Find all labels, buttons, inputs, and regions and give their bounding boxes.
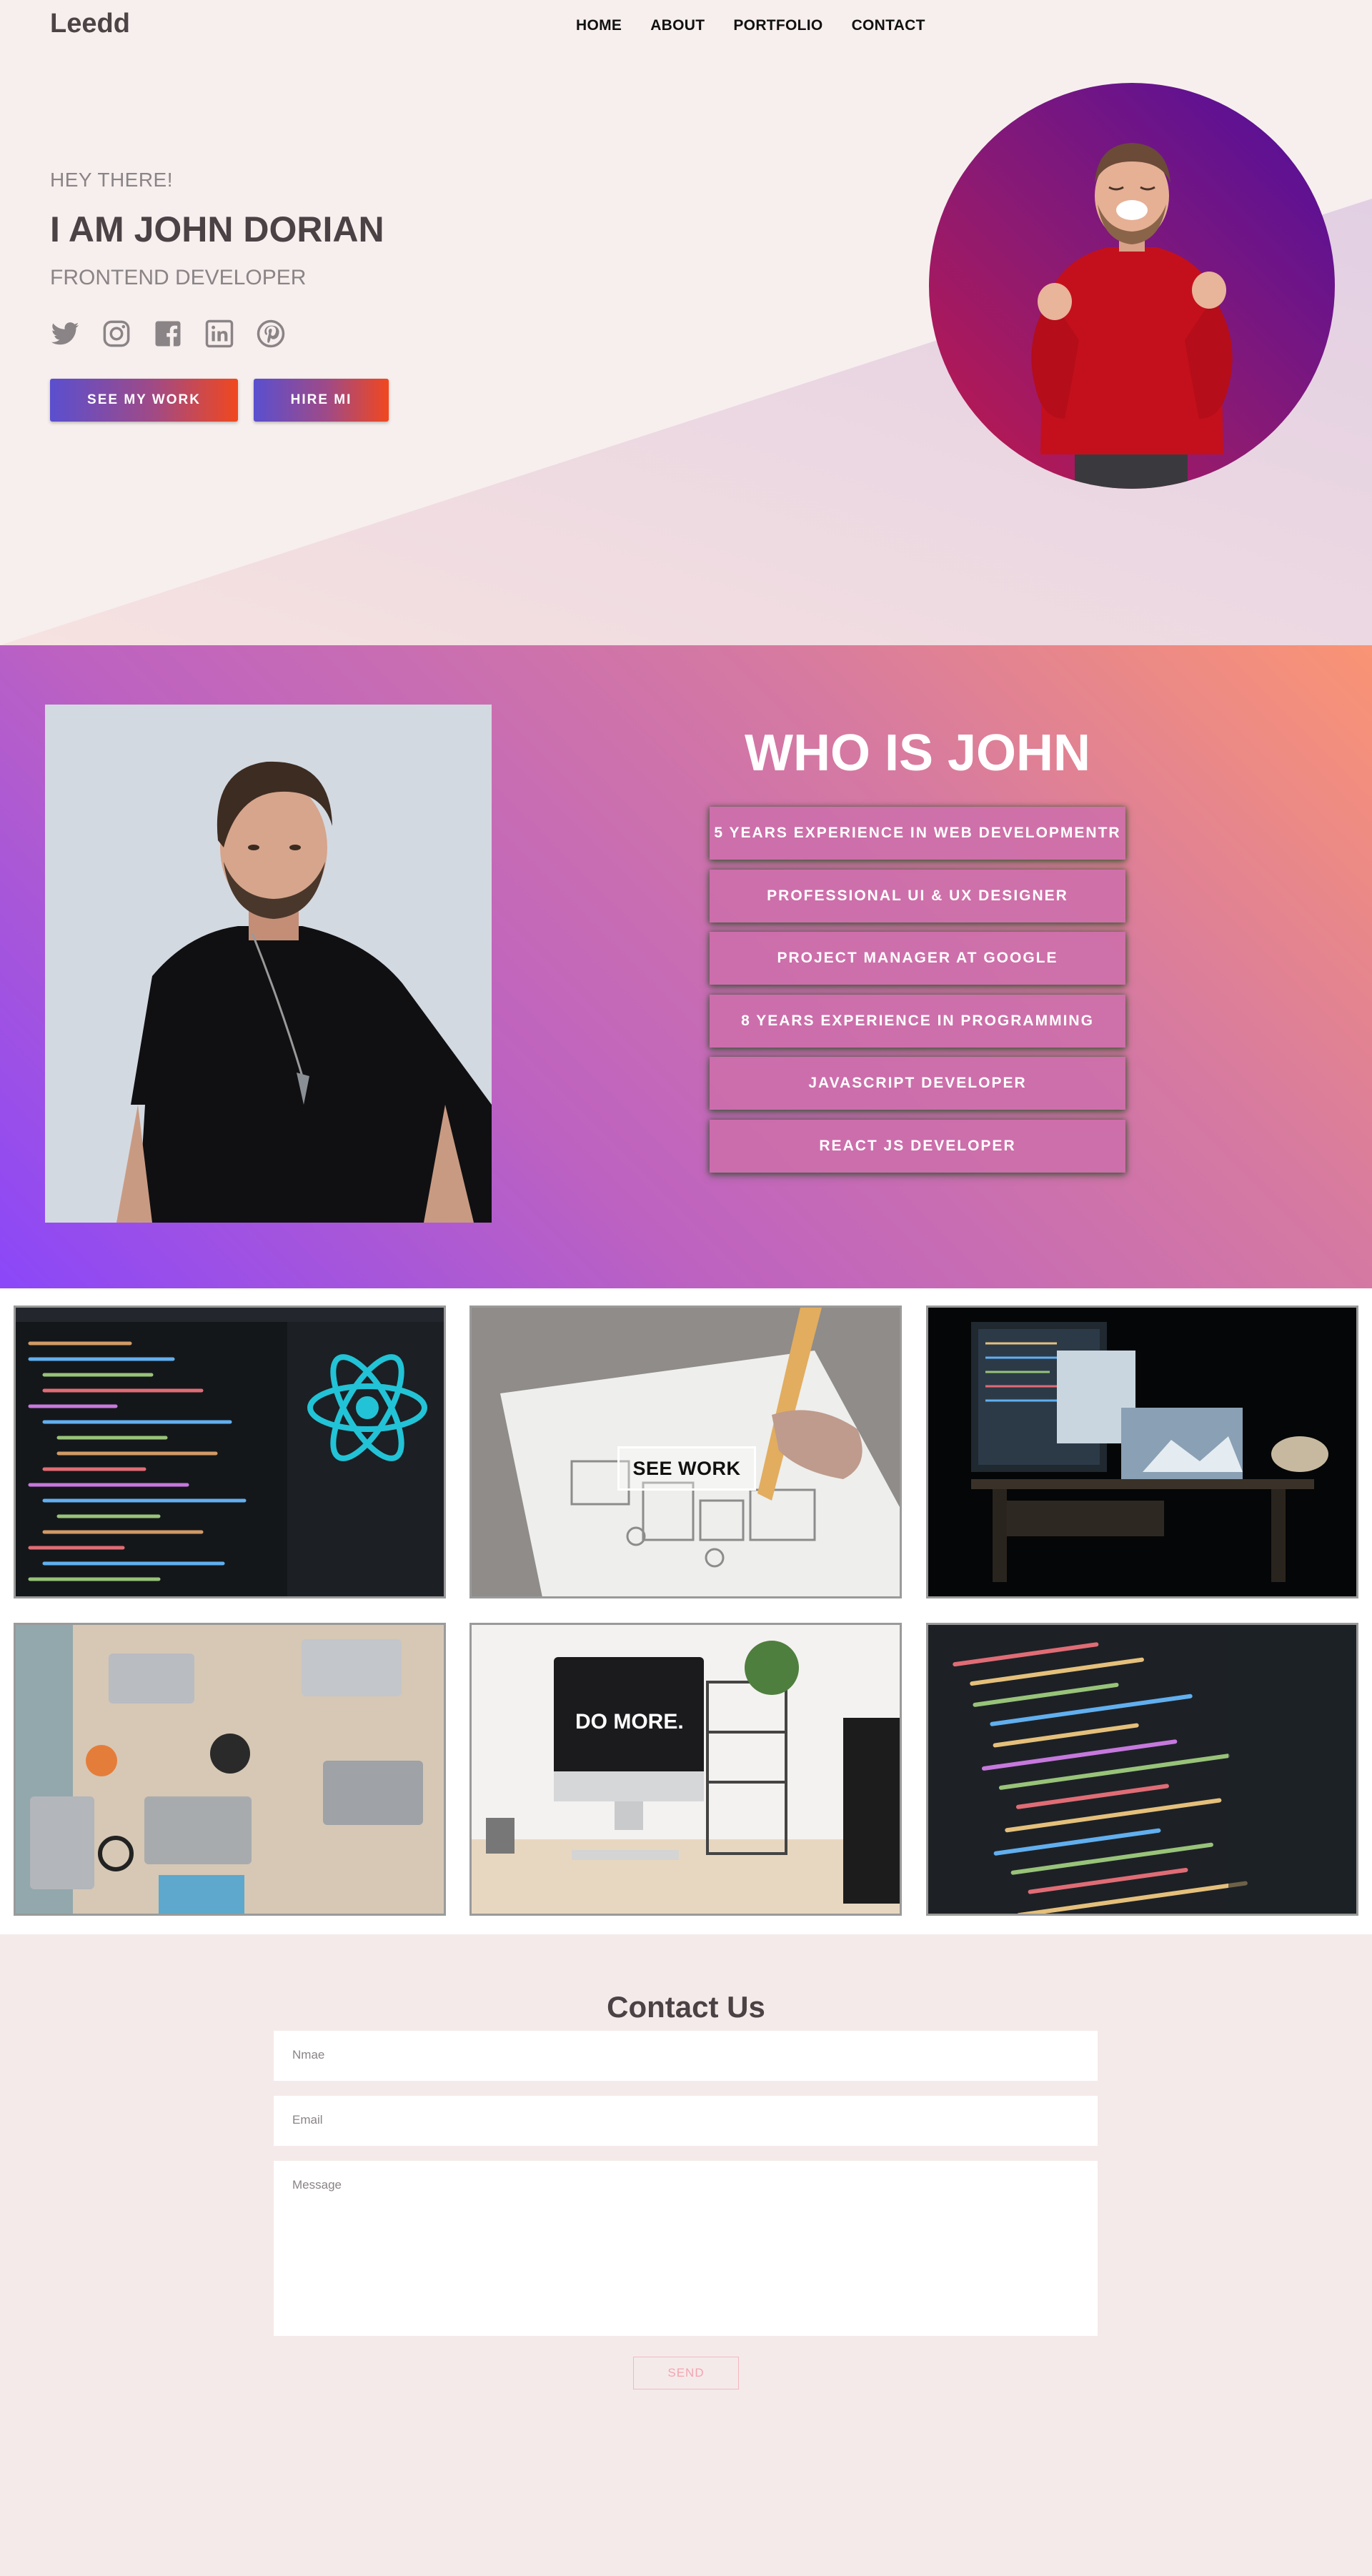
man-in-black-tshirt-illustration <box>45 705 492 1223</box>
portfolio-item-wireframe-sketch[interactable]: SEE WORK <box>469 1306 902 1598</box>
about-title: WHO IS JOHN <box>744 725 1091 782</box>
nav-about-link[interactable]: ABOUT <box>650 17 705 34</box>
pinterest-icon[interactable] <box>256 319 286 349</box>
hero-portrait <box>929 83 1335 489</box>
contact-title: Contact Us <box>607 1990 765 2024</box>
portfolio-section: SEE WORK DO MORE. <box>0 1288 1372 1934</box>
message-placeholder: Message <box>292 2178 342 2192</box>
message-field[interactable]: Message <box>274 2161 1098 2336</box>
email-field[interactable]: Email <box>274 2096 1098 2146</box>
skill-item: PROFESSIONAL UI & UX DESIGNER <box>710 869 1125 923</box>
hero-buttons: SEE MY WORK HIRE MI <box>50 379 389 422</box>
send-button[interactable]: SEND <box>633 2357 739 2389</box>
about-portrait-photo <box>45 705 492 1223</box>
skill-item: 8 YEARS EXPERIENCE IN PROGRAMMING <box>710 994 1125 1048</box>
instagram-icon[interactable] <box>101 319 131 349</box>
code-closeup-image <box>928 1625 1356 1914</box>
nav-links: HOME ABOUT PORTFOLIO CONTACT <box>576 17 954 34</box>
hire-me-button[interactable]: HIRE MI <box>254 379 389 422</box>
skill-item: JAVASCRIPT DEVELOPER <box>710 1057 1125 1110</box>
team-workspace-image <box>16 1625 444 1914</box>
linkedin-icon[interactable] <box>204 319 234 349</box>
imac-desk-image: DO MORE. <box>472 1625 900 1914</box>
portfolio-item-imac-desk[interactable]: DO MORE. <box>469 1623 902 1916</box>
top-navigation: Leedd HOME ABOUT PORTFOLIO CONTACT <box>0 0 1372 51</box>
monitor-text: DO MORE. <box>575 1710 684 1734</box>
portfolio-item-code-closeup[interactable] <box>926 1623 1358 1916</box>
react-code-screen-image <box>16 1308 444 1596</box>
name-placeholder: Nmae <box>292 2048 325 2062</box>
portfolio-item-team-workspace[interactable] <box>14 1623 446 1916</box>
see-work-button[interactable]: SEE WORK <box>617 1446 756 1491</box>
site-logo[interactable]: Leedd <box>50 9 130 39</box>
nav-home-link[interactable]: HOME <box>576 17 622 34</box>
portfolio-item-react-code[interactable] <box>14 1306 446 1598</box>
about-skills-list: 5 YEARS EXPERIENCE IN WEB DEVELOPMENTR P… <box>710 807 1125 1182</box>
hero-name: I AM JOHN DORIAN <box>50 209 384 249</box>
email-placeholder: Email <box>292 2113 323 2127</box>
portfolio-item-desk-setup[interactable] <box>926 1306 1358 1598</box>
skill-item: 5 YEARS EXPERIENCE IN WEB DEVELOPMENTR <box>710 807 1125 860</box>
night-desk-setup-image <box>928 1308 1356 1596</box>
social-links <box>50 319 286 349</box>
nav-contact-link[interactable]: CONTACT <box>852 17 925 34</box>
hero-role: FRONTEND DEVELOPER <box>50 266 307 289</box>
skill-item: PROJECT MANAGER AT GOOGLE <box>710 932 1125 985</box>
twitter-icon[interactable] <box>50 319 80 349</box>
hero-section: HEY THERE! I AM JOHN DORIAN FRONTEND DEV… <box>0 0 1372 645</box>
hero-greeting: HEY THERE! <box>50 169 174 191</box>
skill-item: REACT JS DEVELOPER <box>710 1119 1125 1173</box>
see-my-work-button[interactable]: SEE MY WORK <box>50 379 238 422</box>
about-section: WHO IS JOHN 5 YEARS EXPERIENCE IN WEB DE… <box>0 645 1372 1288</box>
excited-man-illustration <box>1031 143 1233 489</box>
facebook-icon[interactable] <box>153 319 183 349</box>
contact-section: Contact Us Nmae Email Message SEND <box>0 1934 1372 2576</box>
name-field[interactable]: Nmae <box>274 2031 1098 2081</box>
nav-portfolio-link[interactable]: PORTFOLIO <box>733 17 822 34</box>
